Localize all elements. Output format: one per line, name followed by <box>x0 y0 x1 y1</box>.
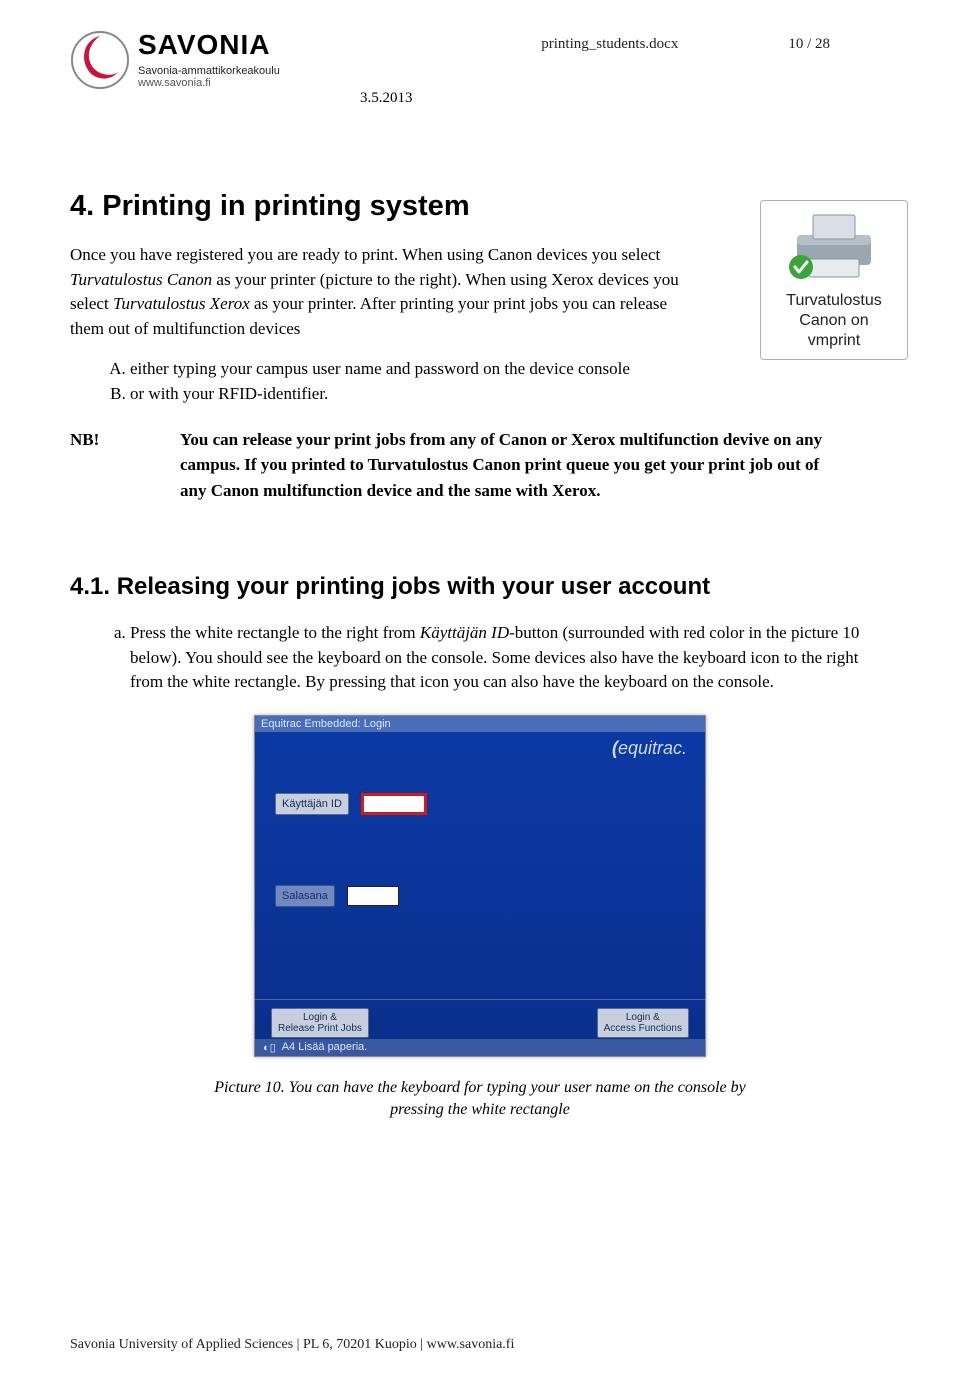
logo-block: SAVONIA Savonia-ammattikorkeakoulu www.s… <box>70 30 280 90</box>
device-brand-label: (equitrac. <box>255 732 705 759</box>
device-titlebar: Equitrac Embedded: Login <box>255 716 705 732</box>
steps-list: Press the white rectangle to the right f… <box>70 621 890 695</box>
nb-text: You can release your print jobs from any… <box>180 427 840 504</box>
list-item: or with your RFID-identifier. <box>130 381 890 407</box>
password-button[interactable]: Salasana <box>275 885 335 907</box>
printer-card-line3: vmprint <box>765 331 903 351</box>
doc-date: 3.5.2013 <box>360 90 413 107</box>
device-console-screenshot: Equitrac Embedded: Login (equitrac. Käyt… <box>254 715 706 1057</box>
brand-word: SAVONIA <box>138 30 280 61</box>
nb-label: NB! <box>70 427 140 504</box>
printer-card-line2: Canon on <box>765 311 903 331</box>
savonia-logo-icon <box>70 30 130 90</box>
login-release-button[interactable]: Login & Release Print Jobs <box>271 1008 369 1038</box>
brand-url: www.savonia.fi <box>138 77 280 89</box>
figure-caption: Picture 10. You can have the keyboard fo… <box>200 1077 760 1122</box>
list-item: Press the white rectangle to the right f… <box>130 621 890 695</box>
user-id-input[interactable] <box>361 793 427 815</box>
status-icon: ◐▯ <box>263 1041 276 1054</box>
login-access-button[interactable]: Login & Access Functions <box>597 1008 689 1038</box>
nb-note: NB! You can release your print jobs from… <box>70 427 890 504</box>
device-status-bar: ◐▯ A4 Lisää paperia. <box>255 1039 705 1056</box>
user-id-button[interactable]: Käyttäjän ID <box>275 793 349 815</box>
printer-card-line1: Turvatulostus <box>765 291 903 311</box>
printer-icon <box>779 207 889 287</box>
brand-subtitle: Savonia-ammattikorkeakoulu <box>138 65 280 77</box>
printer-queue-card: Turvatulostus Canon on vmprint <box>760 200 908 360</box>
password-input[interactable] <box>347 886 399 906</box>
page-footer: Savonia University of Applied Sciences |… <box>70 1337 514 1353</box>
page-number: 10 / 28 <box>788 36 830 53</box>
intro-paragraph: Once you have registered you are ready t… <box>70 243 680 342</box>
heading-2: 4.1. Releasing your printing jobs with y… <box>70 573 890 601</box>
doc-filename: printing_students.docx <box>541 36 678 53</box>
page-header: SAVONIA Savonia-ammattikorkeakoulu www.s… <box>70 30 890 90</box>
release-options-list: either typing your campus user name and … <box>70 356 890 407</box>
